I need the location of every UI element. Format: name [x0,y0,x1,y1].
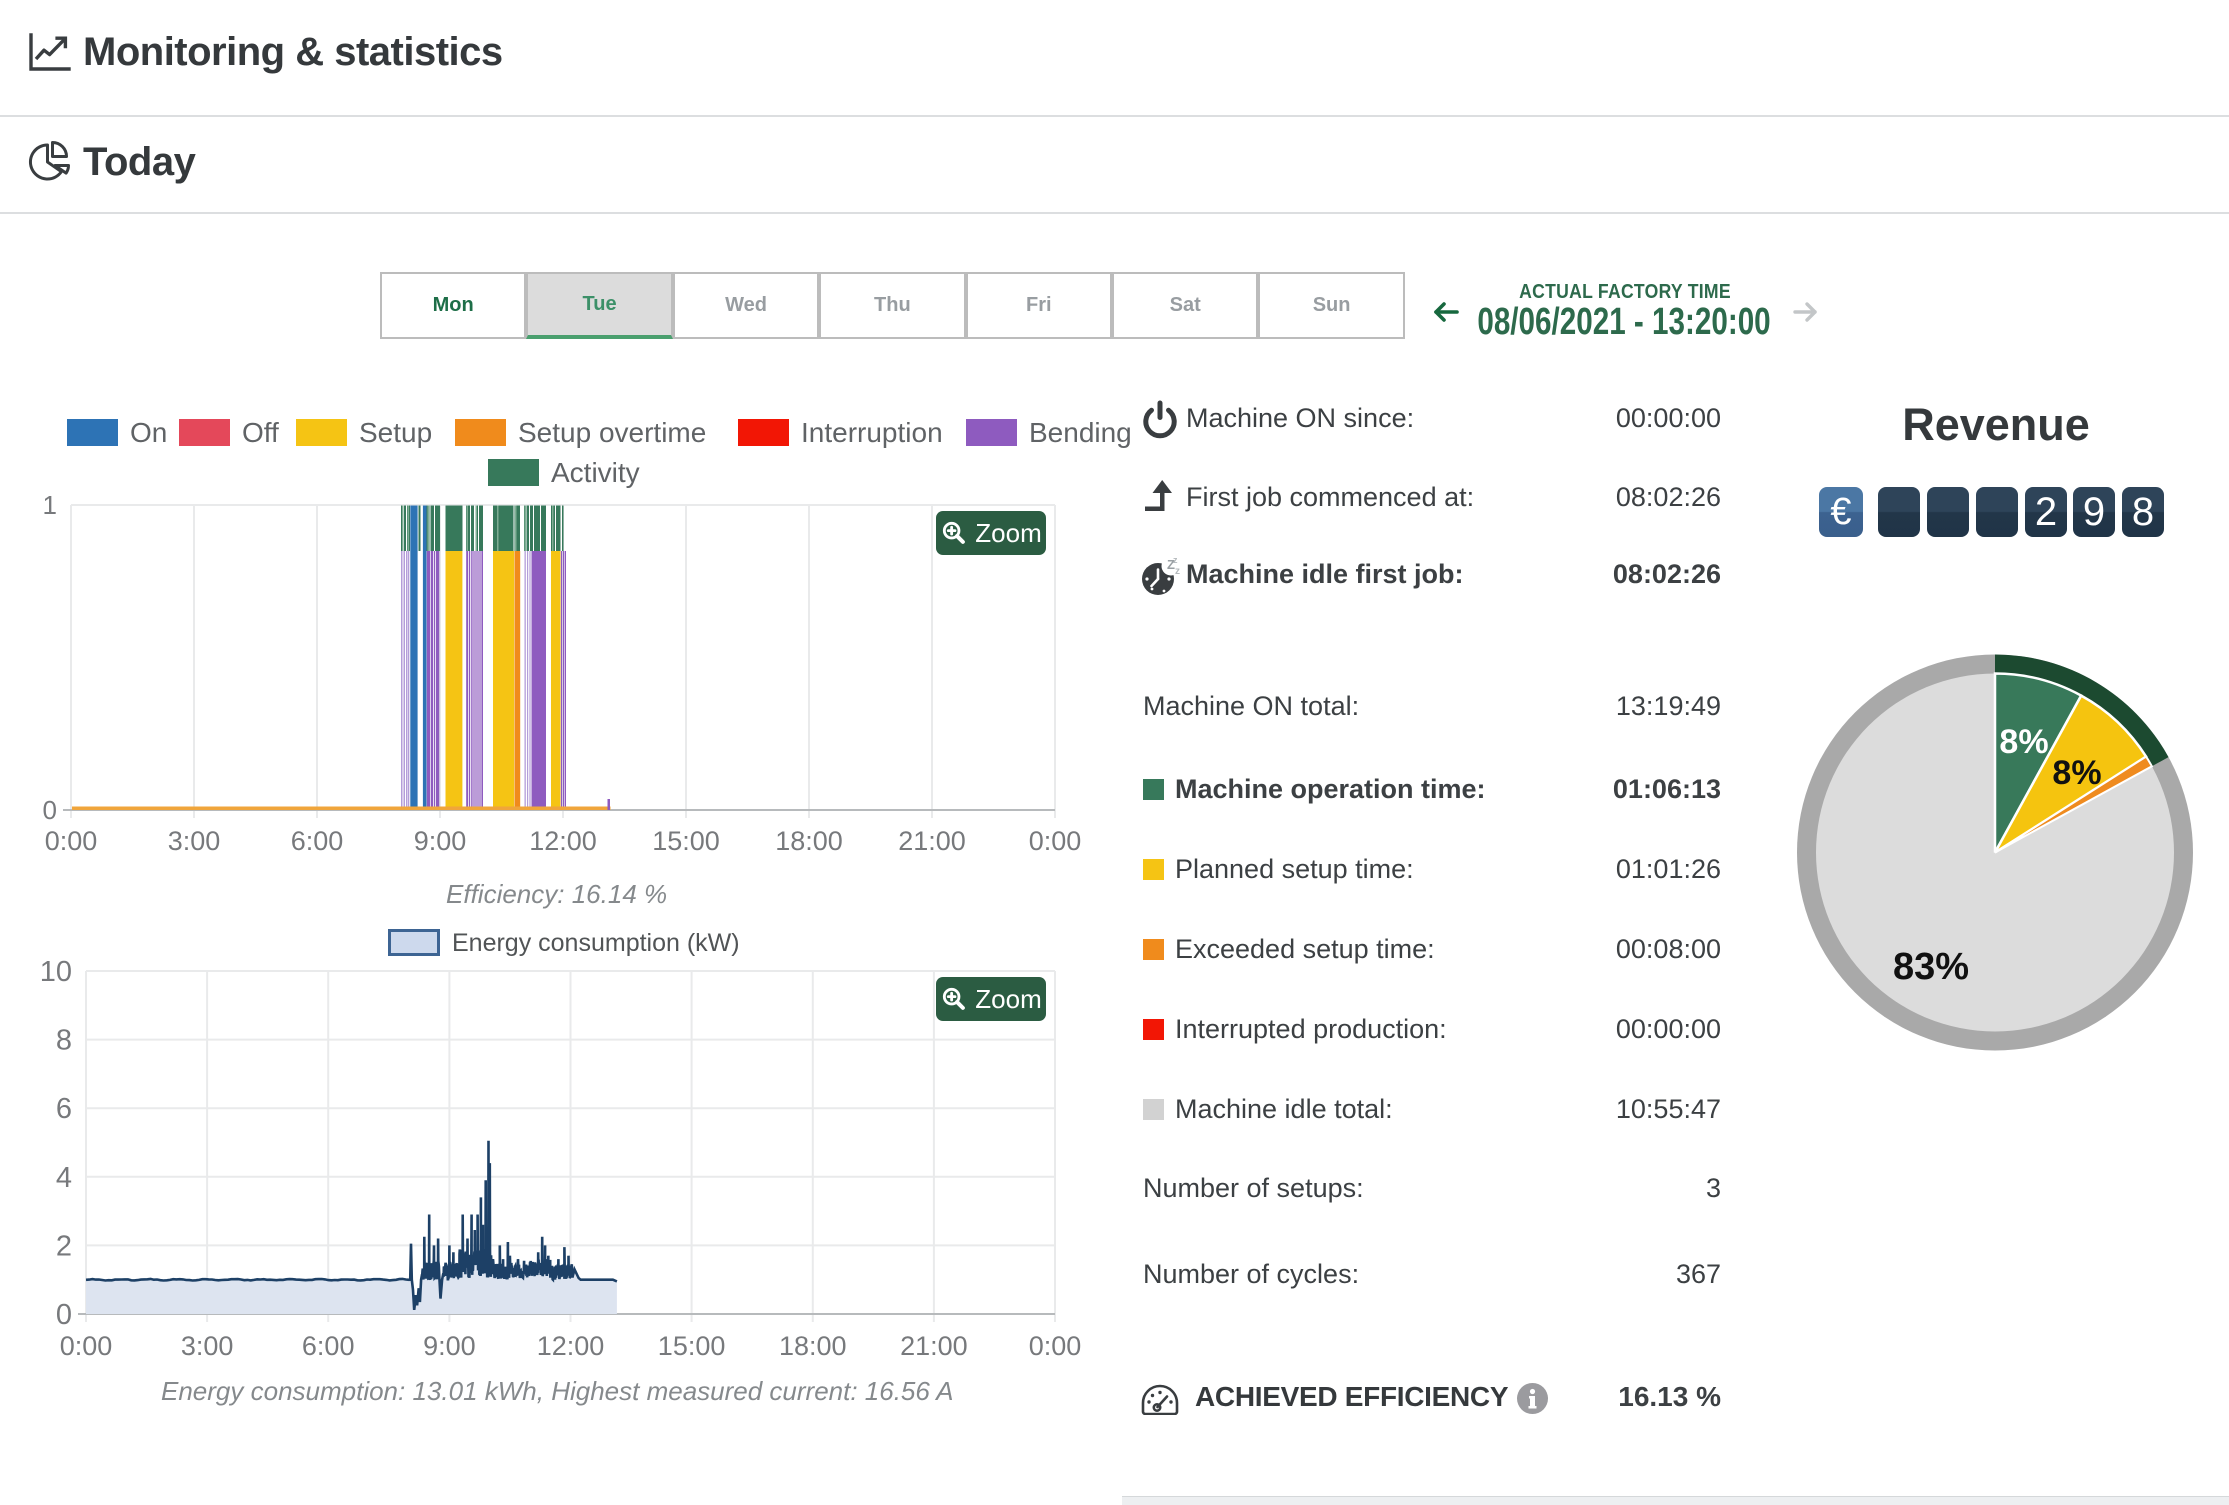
svg-text:8%: 8% [2052,754,2101,792]
svg-text:83%: 83% [1893,946,1969,988]
svg-text:0:00: 0:00 [60,1331,113,1361]
svg-text:0: 0 [43,795,57,825]
svg-text:2: 2 [56,1230,72,1262]
svg-text:8%: 8% [1999,723,2048,761]
svg-text:3:00: 3:00 [168,826,221,856]
svg-text:3:00: 3:00 [181,1331,234,1361]
svg-text:21:00: 21:00 [898,826,966,856]
svg-text:12:00: 12:00 [537,1331,605,1361]
svg-text:6:00: 6:00 [291,826,344,856]
svg-text:6:00: 6:00 [302,1331,355,1361]
svg-text:9:00: 9:00 [414,826,467,856]
svg-text:0:00: 0:00 [45,826,98,856]
svg-text:z: z [1175,566,1180,577]
svg-text:8: 8 [56,1025,72,1057]
svg-text:18:00: 18:00 [775,826,843,856]
svg-text:15:00: 15:00 [652,826,720,856]
svg-text:z: z [1173,555,1178,565]
svg-text:15:00: 15:00 [658,1331,726,1361]
svg-text:4: 4 [56,1162,72,1194]
svg-text:1: 1 [43,490,57,520]
svg-text:6: 6 [56,1093,72,1125]
svg-text:0:00: 0:00 [1029,1331,1082,1361]
svg-text:0: 0 [56,1299,72,1331]
svg-text:10: 10 [40,956,72,988]
svg-text:0:00: 0:00 [1029,826,1082,856]
svg-text:9:00: 9:00 [423,1331,476,1361]
svg-text:21:00: 21:00 [900,1331,968,1361]
svg-text:12:00: 12:00 [529,826,597,856]
svg-text:18:00: 18:00 [779,1331,847,1361]
